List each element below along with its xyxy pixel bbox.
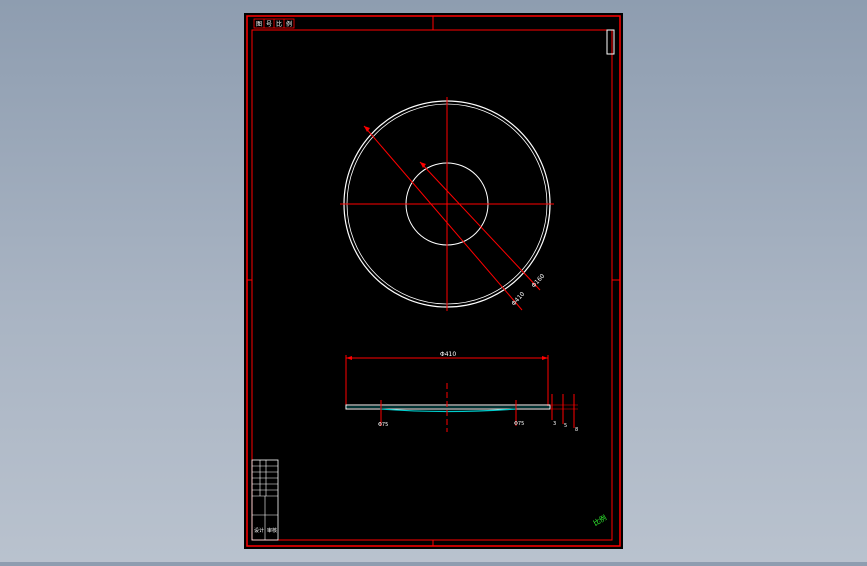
tag-2: 比 [276, 20, 282, 28]
thickness-label-2: 8 [575, 427, 578, 433]
thickness-label-0: 3 [553, 421, 556, 427]
top-left-tags: 图 号 比 例 [253, 18, 295, 29]
left-label: Φ75 [378, 422, 388, 428]
tag-3: 例 [286, 20, 292, 28]
overall-width-label: Φ410 [440, 351, 456, 358]
thickness-label-1: 5 [564, 423, 567, 429]
tag-1: 号 [266, 21, 272, 28]
tag-0: 图 [256, 21, 262, 28]
drawing-sheet [244, 13, 623, 549]
title-block-bottom-left: 设计 [254, 527, 264, 534]
drawing-canvas[interactable]: 图 号 比 例 Φ410 Φ160 Φ410 Φ75 Φ75 3 5 8 设计 … [0, 0, 867, 562]
right-label: Φ75 [514, 421, 524, 427]
title-block-bottom-right: 审核 [267, 527, 277, 534]
cad-viewport[interactable]: 图 号 比 例 Φ410 Φ160 Φ410 Φ75 Φ75 3 5 8 设计 … [0, 0, 867, 562]
